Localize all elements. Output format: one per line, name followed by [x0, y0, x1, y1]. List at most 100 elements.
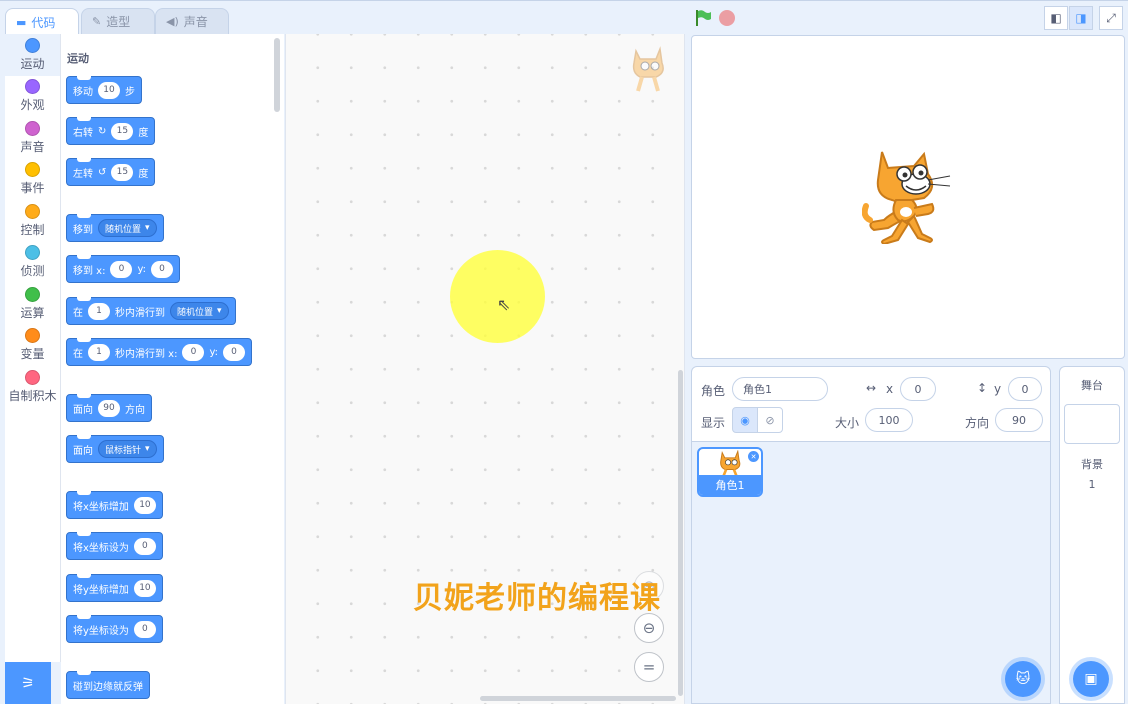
tab-costumes[interactable]: ✎ 造型: [81, 8, 155, 34]
backdrop-label: 背景: [1081, 458, 1103, 471]
speaker-icon: ◀): [166, 15, 179, 28]
block-set-y[interactable]: 将y坐标设为 0: [66, 615, 163, 643]
block-text: 左转: [73, 168, 93, 180]
block-point-towards[interactable]: 面向 鼠标指针: [66, 435, 164, 463]
category-motion[interactable]: 运动: [5, 34, 60, 76]
block-text: 将x坐标设为: [73, 542, 129, 554]
sprite-thumbnail[interactable]: ✕ 角色1: [697, 447, 763, 497]
category-label: 事件: [20, 181, 45, 196]
sprite-info-panel: 角色 角色1 ↔ x 0 ↕ y 0 显示 ◉ ⊘ 大小 100 方向 90: [691, 366, 1051, 442]
palette-scrollbar[interactable]: [274, 38, 280, 112]
steps-input[interactable]: 10: [98, 81, 120, 99]
block-text: y:: [209, 346, 219, 358]
block-text: 面向: [73, 445, 93, 457]
sprite-thumbnail-icon: [720, 450, 741, 476]
large-stage-icon: ◨: [1075, 11, 1087, 25]
direction-input[interactable]: 90: [995, 408, 1043, 432]
degrees-input[interactable]: 15: [111, 122, 134, 140]
show-sprite-button[interactable]: ◉: [732, 407, 758, 433]
category-control[interactable]: 控制: [5, 200, 60, 242]
block-change-x[interactable]: 将x坐标增加 10: [66, 491, 163, 519]
block-glide-xy[interactable]: 在 1 秒内滑行到 x: 0 y: 0: [66, 338, 253, 366]
x-change-input[interactable]: 10: [133, 496, 156, 514]
green-flag-icon[interactable]: [694, 9, 712, 27]
choose-sprite-button[interactable]: 🐱: [1005, 661, 1041, 697]
add-extension-button[interactable]: ⚞: [5, 662, 51, 704]
block-text: 碰到边缘就反弹: [73, 681, 143, 693]
size-input[interactable]: 100: [865, 408, 913, 432]
block-text: 秒内滑行到: [115, 307, 165, 319]
block-turn-left[interactable]: 左转 ↺ 15 度: [66, 158, 156, 186]
small-stage-button[interactable]: ◧: [1044, 6, 1068, 30]
sprite-name-input[interactable]: 角色1: [732, 377, 828, 401]
brush-icon: ✎: [92, 15, 102, 28]
x-set-input[interactable]: 0: [133, 537, 156, 555]
direction-input[interactable]: 90: [98, 399, 120, 417]
x-position-input[interactable]: 0: [900, 377, 936, 401]
y-arrows-icon: ↕: [977, 381, 988, 395]
block-text: 将x坐标增加: [73, 501, 129, 513]
extension-icon: ⚞: [21, 674, 35, 692]
x-input[interactable]: 0: [182, 343, 205, 361]
block-set-x[interactable]: 将x坐标设为 0: [66, 532, 163, 560]
x-arrows-icon: ↔: [866, 381, 877, 395]
category-my-blocks[interactable]: 自制积木: [5, 366, 60, 408]
control-dot-icon: [25, 203, 40, 219]
category-label: 变量: [20, 347, 45, 362]
block-point-direction[interactable]: 面向 90 方向: [66, 394, 152, 422]
scratch-cat-sprite[interactable]: [862, 150, 954, 244]
block-text: 度: [138, 168, 149, 180]
x-input[interactable]: 0: [110, 260, 133, 278]
stop-icon[interactable]: [719, 10, 735, 26]
large-stage-button[interactable]: ◨: [1069, 6, 1093, 30]
y-set-input[interactable]: 0: [133, 620, 156, 638]
towards-target-dropdown[interactable]: 鼠标指针: [98, 440, 157, 458]
y-input[interactable]: 0: [151, 260, 174, 278]
block-goto[interactable]: 移到 随机位置: [66, 214, 164, 242]
seconds-input[interactable]: 1: [88, 343, 110, 361]
zoom-reset-button[interactable]: =: [634, 652, 664, 682]
workspace-horizontal-scrollbar[interactable]: [480, 696, 676, 701]
seconds-input[interactable]: 1: [88, 302, 110, 320]
block-text: y:: [137, 263, 147, 275]
motion-dot-icon: [25, 37, 40, 53]
y-position-input[interactable]: 0: [1008, 377, 1042, 401]
block-move-steps[interactable]: 移动 10 步: [66, 76, 142, 104]
category-looks[interactable]: 外观: [5, 76, 60, 118]
block-text: 移动: [73, 86, 93, 98]
category-sound[interactable]: 声音: [5, 117, 60, 159]
category-events[interactable]: 事件: [5, 159, 60, 201]
cat-face-icon: 🐱: [1015, 671, 1031, 687]
backdrop-thumbnail[interactable]: [1064, 404, 1120, 444]
goto-target-dropdown[interactable]: 随机位置: [98, 219, 157, 237]
show-label: 显示: [701, 416, 726, 430]
zoom-out-icon: ⊖: [642, 619, 656, 637]
block-turn-right[interactable]: 右转 ↻ 15 度: [66, 117, 156, 145]
block-change-y[interactable]: 将y坐标增加 10: [66, 574, 163, 602]
y-change-input[interactable]: 10: [133, 579, 156, 597]
stage-pane-title: 舞台: [1081, 379, 1103, 392]
category-sensing[interactable]: 侦测: [5, 242, 60, 284]
degrees-input[interactable]: 15: [111, 163, 134, 181]
tab-code[interactable]: ▬ 代码: [5, 8, 79, 35]
block-glide-to[interactable]: 在 1 秒内滑行到 随机位置: [66, 297, 236, 325]
category-variables[interactable]: 变量: [5, 325, 60, 367]
small-stage-icon: ◧: [1050, 11, 1062, 25]
delete-sprite-icon[interactable]: ✕: [748, 451, 759, 462]
tab-sounds[interactable]: ◀) 声音: [155, 8, 229, 34]
eye-icon: ◉: [740, 413, 750, 427]
y-input[interactable]: 0: [223, 343, 246, 361]
zoom-out-button[interactable]: ⊖: [634, 613, 664, 643]
stage-selector[interactable]: 舞台 背景 1: [1059, 366, 1125, 704]
category-menu: 运动 外观 声音 事件 控制 侦测 运算 变量 自制积木: [5, 34, 61, 662]
block-bounce-on-edge[interactable]: 碰到边缘就反弹: [66, 671, 150, 699]
category-operators[interactable]: 运算: [5, 283, 60, 325]
hide-sprite-button[interactable]: ⊘: [757, 407, 783, 433]
zoom-reset-icon: =: [642, 658, 656, 676]
glide-target-dropdown[interactable]: 随机位置: [170, 302, 229, 320]
block-goto-xy[interactable]: 移到 x: 0 y: 0: [66, 255, 181, 283]
workspace-vertical-scrollbar[interactable]: [678, 370, 683, 696]
choose-backdrop-button[interactable]: ▣: [1073, 661, 1109, 697]
block-palette: 运动 移动 10 步 右转 ↻ 15 度 左转 ↺ 15 度 移到 随机位置 移…: [61, 34, 284, 704]
fullscreen-button[interactable]: ⤢: [1099, 6, 1123, 30]
